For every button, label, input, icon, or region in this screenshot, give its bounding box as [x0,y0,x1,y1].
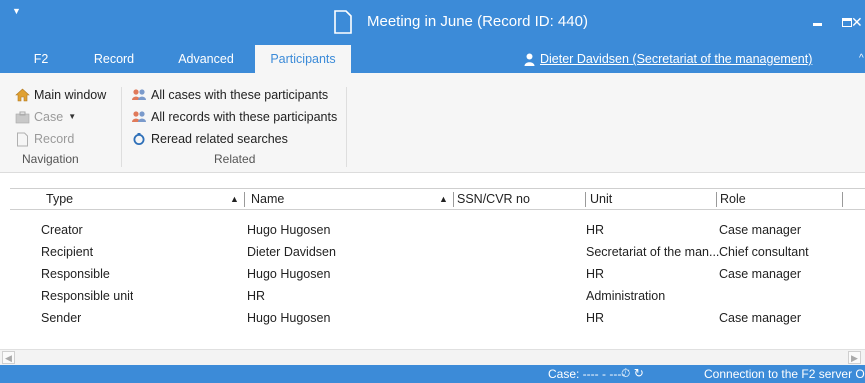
cell-unit: HR [586,267,605,281]
cell-unit: HR [586,223,605,237]
cell-role: Case manager [719,267,801,281]
window-title: Meeting in June (Record ID: 440) [367,13,588,30]
tab-participants[interactable]: Participants [255,45,351,73]
table-row[interactable]: Recipient Dieter Davidsen Secretariat of… [10,241,855,263]
participants-icon [131,109,147,125]
table-row[interactable]: Creator Hugo Hugosen HR Case manager [10,219,855,241]
column-header-role[interactable]: Role [720,189,746,209]
tab-f2[interactable]: F2 [20,45,62,73]
all-records-label: All records with these participants [151,110,338,124]
status-icons: ⏱ ↻ [621,366,644,381]
column-header-name[interactable]: Name [251,189,284,209]
sort-ascending-icon[interactable]: ▲ [230,189,239,209]
all-cases-label: All cases with these participants [151,88,329,102]
timer-icon[interactable]: ⏱ [621,366,630,380]
record-label: Record [34,132,75,146]
column-resize-handle[interactable] [716,192,717,207]
document-icon [334,10,352,34]
status-bar: Case: ---- - ---- ⏱ ↻ Connection to the … [0,365,865,383]
grid-spacer [0,173,865,188]
column-resize-handle[interactable] [842,192,843,207]
all-records-with-participants-button[interactable]: All records with these participants [131,107,337,127]
main-window-label: Main window [34,88,107,102]
column-header-ssn-cvr[interactable]: SSN/CVR no [457,189,530,209]
participants-icon [131,87,147,103]
record-button[interactable]: Record [14,129,74,149]
ribbon-tabs: F2 Record Advanced Participants Dieter D… [0,45,865,73]
cell-type: Sender [41,311,82,325]
status-connection: Connection to the F2 server O [704,367,865,381]
ribbon-collapse-icon[interactable]: ^ [859,53,864,64]
case-icon [14,109,30,125]
status-case: Case: ---- - ---- [548,367,626,381]
cell-unit: Secretariat of the man... [586,245,720,259]
tab-advanced[interactable]: Advanced [168,45,244,73]
all-cases-with-participants-button[interactable]: All cases with these participants [131,85,328,105]
cell-role: Case manager [719,223,801,237]
sync-icon[interactable]: ↻ [634,366,644,380]
close-button[interactable]: ✕ [851,0,865,45]
table-row[interactable]: Responsible Hugo Hugosen HR Case manager [10,263,855,285]
table-row[interactable]: Sender Hugo Hugosen HR Case manager [10,307,855,329]
scroll-right-icon[interactable]: ▶ [848,351,861,364]
cell-name: Hugo Hugosen [247,311,331,325]
chevron-down-icon: ▼ [68,112,77,121]
cell-unit: HR [586,311,605,325]
navigation-group-label: Navigation [22,152,79,166]
reread-related-searches-button[interactable]: Reread related searches [131,129,288,149]
participants-grid-header: Type ▲ Name ▲ SSN/CVR no Unit Role [10,188,865,210]
cell-role: Chief consultant [719,245,809,259]
tab-record[interactable]: Record [84,45,144,73]
sort-ascending-icon[interactable]: ▲ [439,189,448,209]
user-icon [524,53,535,66]
reread-label: Reread related searches [151,132,288,146]
cell-name: HR [247,289,266,303]
column-resize-handle[interactable] [244,192,245,207]
cell-type: Creator [41,223,83,237]
related-group-label: Related [214,152,256,166]
record-icon [14,131,30,147]
cell-name: Hugo Hugosen [247,223,331,237]
table-row[interactable]: Responsible unit HR Administration [10,285,855,307]
minimize-button[interactable] [802,0,832,45]
column-resize-handle[interactable] [453,192,454,207]
minimize-icon [812,23,822,26]
quick-access-menu-icon[interactable]: ▼︎ [12,6,21,16]
cell-unit: Administration [586,289,666,303]
main-window-button[interactable]: Main window [14,85,106,105]
group-divider [121,87,122,167]
cell-name: Hugo Hugosen [247,267,331,281]
cell-type: Responsible [41,267,110,281]
scroll-left-icon[interactable]: ◀ [2,351,15,364]
cell-role: Case manager [719,311,801,325]
cell-type: Recipient [41,245,94,259]
cell-type: Responsible unit [41,289,134,303]
current-user-link[interactable]: Dieter Davidsen (Secretariat of the mana… [540,45,812,73]
column-header-type[interactable]: Type [46,189,73,209]
horizontal-scrollbar[interactable]: ◀ ▶ [0,349,865,365]
title-bar: ▼︎ Meeting in June (Record ID: 440) ✕ [0,0,865,45]
case-label: Case [34,110,64,124]
column-header-unit[interactable]: Unit [590,189,612,209]
group-divider [346,87,347,167]
column-resize-handle[interactable] [585,192,586,207]
close-icon: ✕ [851,14,863,30]
case-dropdown-button[interactable]: Case ▼ [14,107,76,127]
refresh-icon [131,131,147,147]
ribbon-panel: Main window Case ▼ Record Navigation All… [0,73,865,173]
cell-name: Dieter Davidsen [247,245,336,259]
home-icon [14,87,30,103]
